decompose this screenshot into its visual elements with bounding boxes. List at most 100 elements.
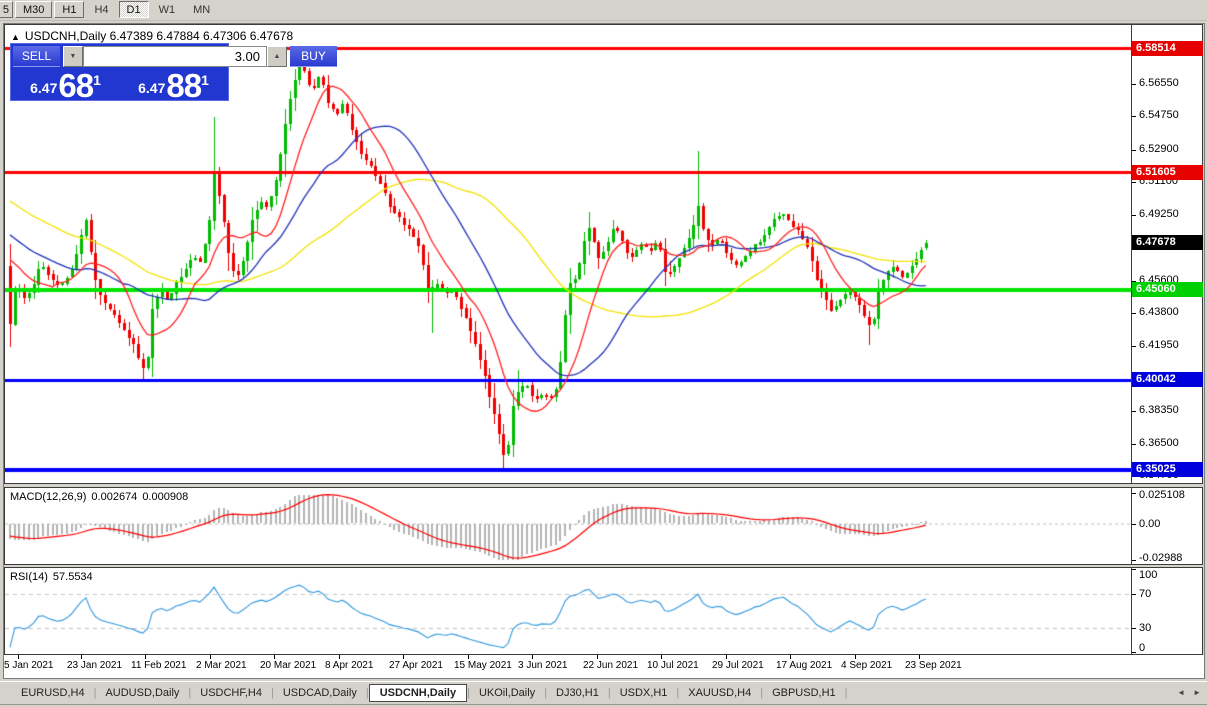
tab-usdcad-daily[interactable]: USDCAD,Daily xyxy=(274,684,366,702)
chart-title: ▲ USDCNH,Daily 6.47389 6.47884 6.47306 6.… xyxy=(11,29,293,43)
date-axis-tick xyxy=(661,655,662,659)
volume-input[interactable] xyxy=(83,46,267,67)
date-axis-tick xyxy=(274,655,275,659)
macd-axis-tick xyxy=(1132,560,1136,561)
macd-axis-label: 0.00 xyxy=(1139,518,1160,530)
tab-xauusd-h4[interactable]: XAUUSD,H4 xyxy=(679,684,760,702)
macd-label: MACD(12,26,9)0.0026740.000908 xyxy=(10,491,193,503)
rsi-axis-label: 30 xyxy=(1139,622,1151,634)
price-axis-label: 6.52900 xyxy=(1139,143,1179,155)
timeframe-button-H4[interactable]: H4 xyxy=(86,1,116,18)
price-axis-label: 6.36500 xyxy=(1139,437,1179,449)
date-axis-label: 20 Mar 2021 xyxy=(260,660,316,671)
chart-tab-bar: ◄ ► EURUSD,H4|AUDUSD,Daily|USDCHF,H4|USD… xyxy=(0,681,1207,703)
macd-axis-divider xyxy=(1131,488,1132,564)
tab-usdchf-h4[interactable]: USDCHF,H4 xyxy=(191,684,271,702)
chart-title-symbol: USDCNH,Daily xyxy=(25,29,106,43)
date-axis-label: 23 Jan 2021 xyxy=(67,660,122,671)
price-axis-label: 6.49250 xyxy=(1139,208,1179,220)
tabs-scroll-left-icon[interactable]: ◄ xyxy=(1177,688,1185,697)
rsi-axis-tick xyxy=(1132,594,1136,595)
rsi-label: RSI(14)57.5534 xyxy=(10,571,98,583)
price-line-badge: 6.35025 xyxy=(1132,462,1203,477)
date-axis-tick xyxy=(18,655,19,659)
date-axis-tick xyxy=(403,655,404,659)
one-click-collapse-icon[interactable]: ▲ xyxy=(11,32,20,42)
timeframe-button-M30[interactable]: M30 xyxy=(15,1,52,18)
price-line-badge: 6.58514 xyxy=(1132,41,1203,56)
price-pane: ▲ USDCNH,Daily 6.47389 6.47884 6.47306 6.… xyxy=(4,24,1203,484)
sell-button[interactable]: SELL xyxy=(13,46,60,67)
tab-usdx-h1[interactable]: USDX,H1 xyxy=(611,684,677,702)
date-axis-label: 23 Sep 2021 xyxy=(905,660,962,671)
timeframe-button-H1[interactable]: H1 xyxy=(54,1,84,18)
buy-button[interactable]: BUY xyxy=(290,46,337,67)
rsi-axis-label: 100 xyxy=(1139,569,1157,581)
date-axis-tick xyxy=(919,655,920,659)
current-price-badge: 6.47678 xyxy=(1132,235,1203,250)
date-axis-tick xyxy=(339,655,340,659)
date-axis-label: 22 Jun 2021 xyxy=(583,660,638,671)
price-axis-label: 6.41950 xyxy=(1139,339,1179,351)
date-axis-tick xyxy=(790,655,791,659)
date-axis-tick xyxy=(210,655,211,659)
tab-eurusd-h4[interactable]: EURUSD,H4 xyxy=(12,684,94,702)
tabs-scroll-right-icon[interactable]: ► xyxy=(1193,688,1201,697)
price-axis-tick xyxy=(1132,346,1136,347)
tab-ukoil-daily[interactable]: UKOil,Daily xyxy=(470,684,544,702)
tab-gbpusd-h1[interactable]: GBPUSD,H1 xyxy=(763,684,845,702)
rsi-axis-label: 0 xyxy=(1139,642,1145,654)
rsi-axis-tick xyxy=(1132,628,1136,629)
sell-price[interactable]: 6.47681 xyxy=(13,68,118,101)
date-axis-label: 29 Jul 2021 xyxy=(712,660,764,671)
rsi-pane: RSI(14)57.5534 100 70 30 0 xyxy=(4,567,1203,655)
price-axis-label: 6.54750 xyxy=(1139,109,1179,121)
date-axis-tick xyxy=(81,655,82,659)
macd-axis-label: -0.02988 xyxy=(1139,552,1182,564)
rsi-canvas[interactable] xyxy=(5,568,1131,654)
price-axis-label: 6.43800 xyxy=(1139,306,1179,318)
date-axis-tick xyxy=(726,655,727,659)
date-axis-label: 11 Feb 2021 xyxy=(131,660,186,671)
price-line-badge: 6.45060 xyxy=(1132,282,1203,297)
date-axis-tick xyxy=(468,655,469,659)
tab-separator: | xyxy=(845,687,848,699)
date-axis[interactable]: 5 Jan 202123 Jan 202111 Feb 20212 Mar 20… xyxy=(4,655,1204,678)
price-axis-tick xyxy=(1132,116,1136,117)
timeframe-button-MN[interactable]: MN xyxy=(185,1,218,18)
rsi-axis-tick xyxy=(1132,569,1136,570)
timeframe-toolbar: 5M30H1H4D1W1MN xyxy=(0,0,1207,21)
price-axis-tick xyxy=(1132,150,1136,151)
rsi-axis-tick xyxy=(1132,652,1136,653)
price-axis-label: 6.38350 xyxy=(1139,404,1179,416)
chart-title-quotes: 6.47389 6.47884 6.47306 6.47678 xyxy=(110,29,294,43)
price-axis-divider xyxy=(1131,25,1132,483)
price-axis-tick xyxy=(1132,411,1136,412)
volume-decrease-button[interactable]: ▼ xyxy=(63,46,83,67)
price-axis-label: 6.56550 xyxy=(1139,77,1179,89)
date-axis-label: 15 May 2021 xyxy=(454,660,512,671)
date-axis-label: 27 Apr 2021 xyxy=(389,660,443,671)
chart-window: ▲ USDCNH,Daily 6.47389 6.47884 6.47306 6.… xyxy=(3,23,1205,679)
price-axis-tick xyxy=(1132,182,1136,183)
one-click-trading-panel: SELL ▼ ▲ BUY 6.47681 6.47881 xyxy=(10,43,229,101)
date-axis-tick xyxy=(532,655,533,659)
tab-audusd-daily[interactable]: AUDUSD,Daily xyxy=(96,684,188,702)
price-axis-tick xyxy=(1132,215,1136,216)
rsi-axis-divider xyxy=(1131,568,1132,654)
price-axis-tick xyxy=(1132,84,1136,85)
timeframe-button-W1[interactable]: W1 xyxy=(151,1,184,18)
price-line-badge: 6.40042 xyxy=(1132,372,1203,387)
tab-dj30-h1[interactable]: DJ30,H1 xyxy=(547,684,608,702)
rsi-axis-label: 70 xyxy=(1139,588,1151,600)
timeframe-button-5[interactable]: 5 xyxy=(0,1,13,18)
volume-increase-button[interactable]: ▲ xyxy=(267,46,287,67)
macd-axis-tick xyxy=(1132,493,1136,494)
price-axis-tick xyxy=(1132,444,1136,445)
buy-price[interactable]: 6.47881 xyxy=(121,68,226,101)
timeframe-button-D1[interactable]: D1 xyxy=(119,1,149,18)
price-line-badge: 6.51605 xyxy=(1132,165,1203,180)
tab-usdcnh-daily[interactable]: USDCNH,Daily xyxy=(369,684,467,702)
mt4-terminal: { "toolbar": { "timeframes": [ {"label":… xyxy=(0,0,1207,707)
date-axis-label: 17 Aug 2021 xyxy=(776,660,832,671)
